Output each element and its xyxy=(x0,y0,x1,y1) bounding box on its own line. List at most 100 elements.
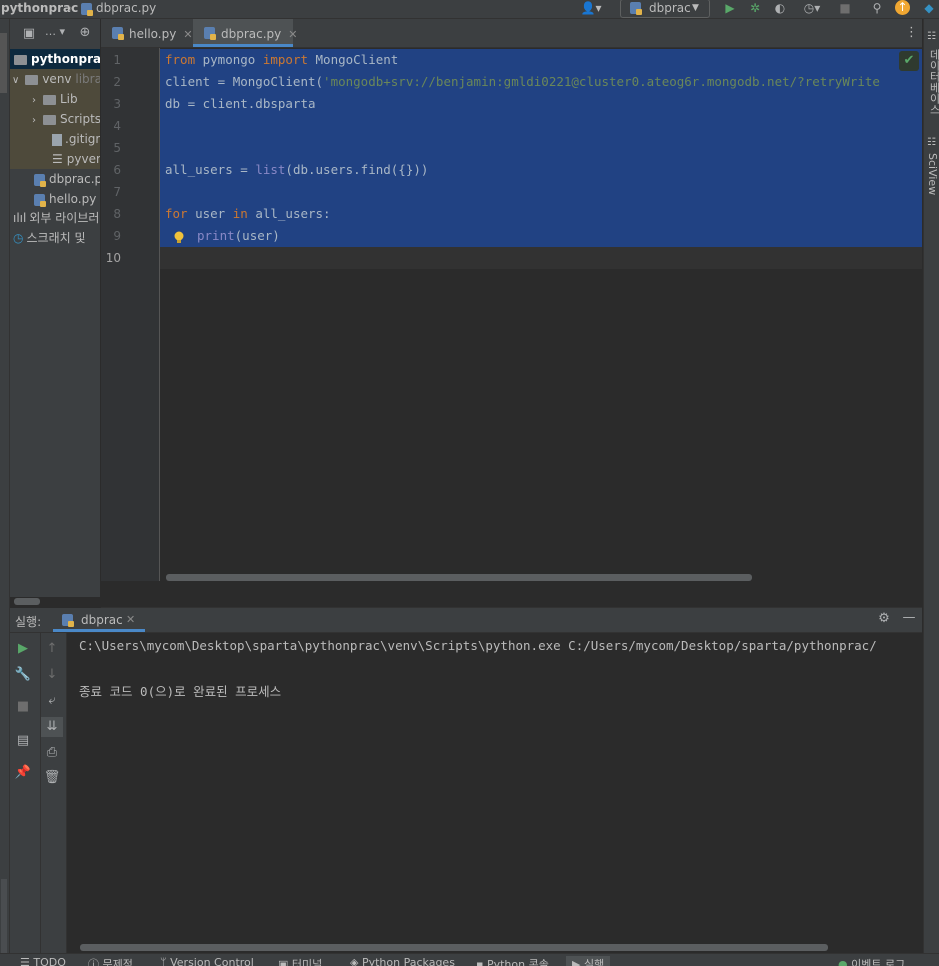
account-icon[interactable]: 👤▾ xyxy=(578,1,604,15)
tree-item-root[interactable]: pythonprac xyxy=(14,49,100,69)
python-file-icon xyxy=(34,173,46,187)
python-file-icon xyxy=(112,27,124,40)
code-line-8: for user in all_users: xyxy=(165,206,331,221)
soft-wrap-icon[interactable]: ⤶ xyxy=(43,693,61,708)
trash-icon[interactable]: 🗑 xyxy=(43,770,61,785)
python-file-icon xyxy=(204,27,216,40)
editor-horizontal-scrollbar[interactable] xyxy=(166,574,752,581)
code-line-1: from pymongo import MongoClient xyxy=(165,52,399,67)
jetbrains-logo-icon[interactable]: ◆ xyxy=(921,1,937,15)
tree-item-lib[interactable]: › Lib xyxy=(32,89,78,109)
line-number-current: 10 xyxy=(105,251,121,265)
line-number: 3 xyxy=(113,97,121,111)
project-toolbar: ▣ … ▾ ⊕ xyxy=(10,19,100,49)
line-number: 1 xyxy=(113,53,121,67)
update-icon[interactable]: ↑ xyxy=(895,0,910,15)
run-icon[interactable]: ▶ xyxy=(722,1,738,15)
python-file-icon xyxy=(630,2,642,15)
more-tabs-icon[interactable]: ⋮ xyxy=(905,25,918,40)
chevron-right-icon: › xyxy=(32,115,36,126)
line-number: 9 xyxy=(113,229,121,243)
tree-item-hello[interactable]: hello.py xyxy=(34,189,96,209)
tree-item-scratches[interactable]: ◷ 스크래치 및 xyxy=(13,228,86,248)
close-icon[interactable]: ✕ xyxy=(126,613,135,626)
line-number: 2 xyxy=(113,75,121,89)
run-config-label: dbprac xyxy=(649,1,691,15)
text-file-icon: ☰ xyxy=(52,152,63,166)
tree-item-scripts[interactable]: › Scripts xyxy=(32,109,100,129)
code-line-2: client = MongoClient('mongodb+srv://benj… xyxy=(165,74,880,89)
folder-icon xyxy=(43,114,56,125)
python-file-icon xyxy=(34,193,46,207)
run-tab-dbprac[interactable]: dbprac ✕ xyxy=(53,608,145,632)
pin-icon[interactable]: 📌 xyxy=(14,765,32,780)
line-number: 7 xyxy=(113,185,121,199)
close-icon[interactable]: ✕ xyxy=(288,28,297,41)
close-icon[interactable]: ✕ xyxy=(183,28,192,41)
console-horizontal-scrollbar[interactable] xyxy=(80,944,828,951)
stop-icon[interactable]: ■ xyxy=(837,1,853,15)
line-number: 6 xyxy=(113,163,121,177)
breadcrumb-file[interactable]: dbprac.py xyxy=(81,0,156,16)
run-panel-label: 실행: xyxy=(15,615,42,629)
python-file-icon xyxy=(81,2,93,16)
console-line: C:\Users\mycom\Desktop\sparta\pythonprac… xyxy=(79,638,877,653)
debug-icon[interactable]: ✲ xyxy=(747,1,763,15)
stop-icon[interactable]: ■ xyxy=(14,699,32,714)
tab-dbprac[interactable]: dbprac.py ✕ xyxy=(193,19,298,47)
project-scrollbar[interactable] xyxy=(14,598,40,605)
tree-item-dbprac[interactable]: dbprac.py xyxy=(34,169,100,189)
folder-icon xyxy=(14,54,27,65)
current-line-highlight xyxy=(160,247,922,269)
gear-icon[interactable]: ⚙ xyxy=(875,611,893,626)
database-tool-button[interactable]: 데이터베이스 xyxy=(926,49,939,115)
file-icon xyxy=(52,133,62,146)
right-tool-stripe: ☷ 데이터베이스 ☷ SciView xyxy=(923,19,939,965)
run-config-select[interactable]: dbprac ▼ xyxy=(620,0,710,18)
tree-item-venv[interactable]: ∨venv librar xyxy=(12,69,100,89)
arrow-down-icon[interactable]: ↓ xyxy=(43,667,61,682)
editor-bottom-area xyxy=(101,582,922,608)
folder-icon xyxy=(43,94,56,105)
view-selector[interactable]: … ▾ xyxy=(40,25,70,38)
line-number: 5 xyxy=(113,141,121,155)
chevron-down-icon: ▼ xyxy=(692,3,699,13)
profile-icon[interactable]: ◷▾ xyxy=(797,1,827,15)
project-view-icon[interactable]: ▣ xyxy=(20,26,38,41)
locate-icon[interactable]: ⊕ xyxy=(76,25,94,40)
arrow-up-icon[interactable]: ↑ xyxy=(43,641,61,656)
library-icon: ılıl xyxy=(13,211,27,225)
console-line: 종료 코드 0(으)로 완료된 프로세스 xyxy=(79,684,282,699)
minimize-icon[interactable]: — xyxy=(900,610,918,625)
inspection-ok-icon[interactable]: ✔ xyxy=(899,51,919,71)
code-line-3: db = client.dbsparta xyxy=(165,96,316,111)
bookmarks-tool-button[interactable] xyxy=(1,879,7,959)
rerun-icon[interactable]: ▶ xyxy=(14,641,32,656)
sciview-icon: ☷ xyxy=(927,137,936,148)
tree-item-gitignore[interactable]: .gitign xyxy=(52,129,100,149)
code-editor[interactable]: from pymongo import MongoClient client =… xyxy=(160,48,922,581)
chevron-down-icon: ∨ xyxy=(12,75,20,86)
navigation-bar: pythonprac › dbprac.py 👤▾ dbprac ▼ ▶ ✲ ◐… xyxy=(0,0,939,19)
breadcrumb-separator-icon: › xyxy=(68,1,73,15)
breadcrumb-project[interactable]: pythonprac xyxy=(1,0,78,16)
coverage-icon[interactable]: ◐ xyxy=(772,1,788,15)
lightbulb-icon[interactable] xyxy=(173,231,185,245)
project-tool-button[interactable] xyxy=(0,33,7,93)
code-line-6: all_users = list(db.users.find({})) xyxy=(165,162,429,177)
left-tool-stripe xyxy=(0,19,10,965)
search-icon[interactable]: ⚲ xyxy=(869,1,885,15)
line-number: 8 xyxy=(113,207,121,221)
folder-icon xyxy=(25,74,39,85)
tool-window-bar: ☰ TODO ⓘ 문제점 ᛘ Version Control ▣ 터미널 ◈ P… xyxy=(0,953,939,966)
wrench-icon[interactable]: 🔧 xyxy=(14,667,32,682)
layout-icon[interactable]: ▤ xyxy=(14,733,32,748)
print-icon[interactable]: ⎙ xyxy=(43,745,61,760)
sciview-tool-button[interactable]: SciView xyxy=(926,153,939,195)
scroll-to-end-icon[interactable]: ⇊ xyxy=(41,717,63,737)
tree-item-pyvenv[interactable]: ☰ pyven xyxy=(52,149,100,169)
tree-item-external-libraries[interactable]: ılıl 외부 라이브러 xyxy=(13,208,99,228)
console-output[interactable]: C:\Users\mycom\Desktop\sparta\pythonprac… xyxy=(67,633,922,943)
line-number: 4 xyxy=(113,119,121,133)
database-icon: ☷ xyxy=(927,31,936,42)
